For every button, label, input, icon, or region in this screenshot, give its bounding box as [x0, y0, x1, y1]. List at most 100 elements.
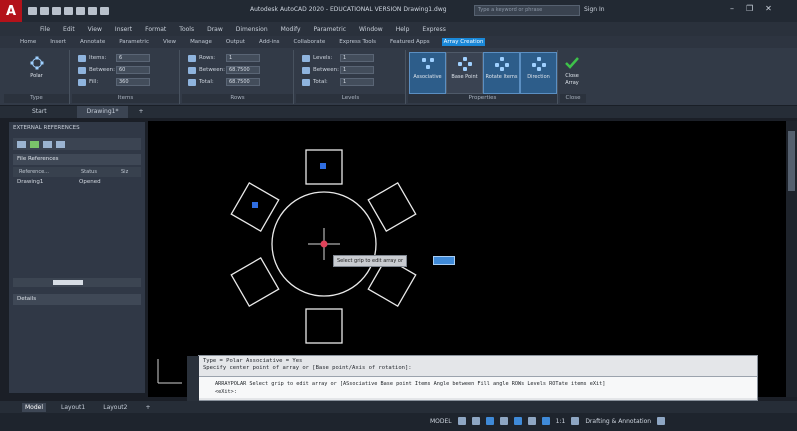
file-reference-row[interactable]: Drawing1 Opened	[13, 177, 141, 187]
menu-parametric[interactable]: Parametric	[314, 26, 347, 33]
tab-annotate[interactable]: Annotate	[78, 38, 107, 46]
workspace-gear-icon[interactable]	[571, 417, 580, 425]
tab-add-ins[interactable]: Add-ins	[257, 38, 282, 46]
tab-layout1[interactable]: Layout1	[58, 403, 88, 412]
col-reference[interactable]: Reference...	[13, 167, 75, 177]
tab-parametric[interactable]: Parametric	[117, 38, 151, 46]
command-history: Type = Polar Associative = Yes Specify c…	[199, 356, 757, 374]
search-input[interactable]: Type a keyword or phrase	[474, 5, 580, 16]
rotate-items-button[interactable]: Rotate Items	[483, 52, 520, 94]
menu-dimension[interactable]: Dimension	[236, 26, 268, 33]
tab-model[interactable]: Model	[22, 402, 47, 412]
vertical-scroll-thumb[interactable]	[788, 131, 795, 191]
layout-tabs: Model Layout1 Layout2 +	[0, 401, 797, 413]
menu-window[interactable]: Window	[359, 26, 383, 33]
col-status[interactable]: Status	[75, 167, 115, 177]
base-point-grip[interactable]	[320, 240, 328, 248]
workspace-switcher[interactable]: Drafting & Annotation	[585, 418, 651, 425]
menu-format[interactable]: Format	[145, 26, 166, 33]
polar-button[interactable]: Polar	[18, 52, 55, 94]
tab-manage[interactable]: Manage	[188, 38, 214, 46]
sign-in-link[interactable]: Sign In	[584, 6, 605, 13]
dynamic-input-field[interactable]	[433, 256, 455, 265]
menu-modify[interactable]: Modify	[281, 26, 301, 33]
file-references-header[interactable]: File References	[13, 154, 141, 165]
items-between-field[interactable]: 60	[116, 66, 150, 74]
file-tab-start[interactable]: Start	[22, 106, 57, 118]
ortho-icon[interactable]	[485, 417, 494, 425]
items-group-title: Items	[72, 94, 179, 103]
new-icon[interactable]	[28, 7, 37, 15]
plot-icon[interactable]	[76, 7, 85, 15]
app-logo[interactable]: A	[0, 0, 22, 22]
palette-scroll-thumb[interactable]	[53, 280, 83, 285]
menu-tools[interactable]: Tools	[179, 26, 194, 33]
tab-collaborate[interactable]: Collaborate	[292, 38, 328, 46]
associative-button[interactable]: Associative	[409, 52, 446, 94]
file-tab-drawing1[interactable]: Drawing1*	[76, 106, 129, 118]
levels-count-field[interactable]: 1	[340, 54, 374, 62]
item-grip-top[interactable]	[320, 163, 326, 169]
new-tab-icon[interactable]: +	[128, 106, 153, 118]
menu-draw[interactable]: Draw	[207, 26, 223, 33]
model-space-toggle[interactable]: MODEL	[430, 418, 452, 425]
redo-icon[interactable]	[100, 7, 109, 15]
minimize-icon[interactable]: –	[730, 4, 734, 13]
items-count-field[interactable]: 6	[116, 54, 150, 62]
undo-icon[interactable]	[88, 7, 97, 15]
snap-icon[interactable]	[471, 417, 480, 425]
tab-view[interactable]: View	[161, 38, 178, 46]
tab-home[interactable]: Home	[18, 38, 38, 46]
rows-total-field[interactable]: 68.7500	[226, 78, 260, 86]
close-array-button[interactable]: Close Array	[560, 52, 584, 94]
base-point-button[interactable]: Base Point	[446, 52, 483, 94]
rows-label: Rows:	[199, 55, 216, 61]
lineweight-icon[interactable]	[527, 417, 536, 425]
rows-between-label: Between:	[199, 67, 225, 73]
col-size[interactable]: Siz	[115, 167, 128, 177]
menu-insert[interactable]: Insert	[115, 26, 132, 33]
customize-icon[interactable]	[657, 417, 666, 425]
menu-edit[interactable]: Edit	[63, 26, 75, 33]
restore-icon[interactable]: ❐	[746, 4, 753, 13]
rows-count-field[interactable]: 1	[226, 54, 260, 62]
fill-angle-icon	[78, 78, 86, 86]
menu-help[interactable]: Help	[396, 26, 410, 33]
levels-total-field[interactable]: 1	[340, 78, 374, 86]
vertical-scrollbar[interactable]	[786, 121, 797, 397]
tab-layout2[interactable]: Layout2	[100, 403, 130, 412]
polar-tracking-icon[interactable]	[499, 417, 508, 425]
details-header[interactable]: Details	[13, 294, 141, 305]
attach-icon[interactable]	[17, 140, 26, 148]
change-path-icon[interactable]	[43, 140, 52, 148]
refresh-icon[interactable]	[30, 140, 39, 148]
tab-insert[interactable]: Insert	[48, 38, 68, 46]
menu-view[interactable]: View	[88, 26, 102, 33]
menu-express[interactable]: Express	[422, 26, 445, 33]
tab-output[interactable]: Output	[224, 38, 247, 46]
tab-featured-apps[interactable]: Featured Apps	[388, 38, 432, 46]
direction-button[interactable]: Direction	[520, 52, 557, 94]
tab-array-creation[interactable]: Array Creation	[441, 38, 486, 46]
rows-between-field[interactable]: 68.7500	[226, 66, 260, 74]
annotation-scale-icon[interactable]	[541, 417, 550, 425]
tab-express-tools[interactable]: Express Tools	[337, 38, 378, 46]
close-icon[interactable]: ✕	[765, 4, 772, 13]
open-icon[interactable]	[40, 7, 49, 15]
base-point-label: Base Point	[451, 74, 478, 80]
close-group: Close Array Close	[560, 50, 586, 104]
save-icon[interactable]	[52, 7, 61, 15]
osnap-icon[interactable]	[513, 417, 522, 425]
levels-between-field[interactable]: 1	[340, 66, 374, 74]
command-line-input[interactable]: ARRAYPOLAR Select grip to edit array or …	[199, 376, 757, 398]
palette-splitter[interactable]	[13, 278, 141, 287]
annotation-scale[interactable]: 1:1	[556, 418, 566, 425]
add-layout-icon[interactable]: +	[142, 403, 153, 412]
grid-icon[interactable]	[457, 417, 466, 425]
command-window-grip[interactable]	[187, 356, 199, 402]
menu-file[interactable]: File	[40, 26, 50, 33]
items-fill-field[interactable]: 360	[116, 78, 150, 86]
item-grip-upper-left[interactable]	[252, 202, 258, 208]
save-as-icon[interactable]	[64, 7, 73, 15]
help-icon[interactable]	[56, 140, 65, 148]
